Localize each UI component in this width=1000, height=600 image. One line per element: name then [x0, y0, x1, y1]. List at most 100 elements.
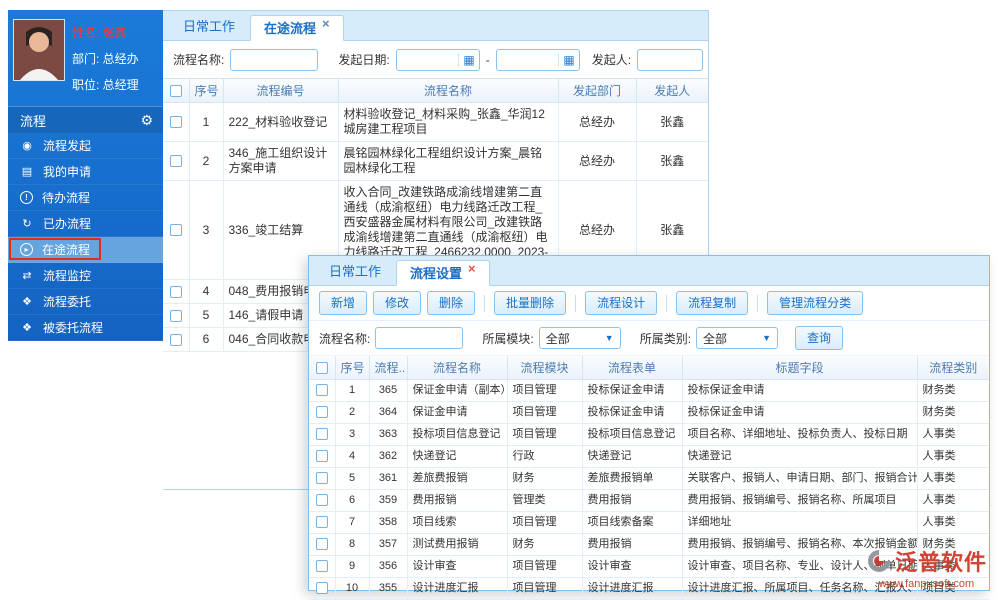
row-checkbox-cell [163, 180, 190, 280]
row-checkbox[interactable] [315, 428, 328, 441]
cell: 投标项目信息登记 [406, 423, 508, 446]
sidebar-item-flow-monitor-label: 流程监控 [43, 269, 92, 283]
row-checkbox[interactable] [315, 384, 328, 397]
row-checkbox[interactable] [315, 472, 328, 485]
table-row[interactable]: 1 222_材料验收登记 材料验收登记_材料采购_张鑫_华润12城房建工程项目 总经办… [163, 102, 708, 142]
sidebar-item-flow-monitor[interactable]: ⇄ 流程监控 [8, 263, 163, 289]
row-checkbox[interactable] [315, 406, 328, 419]
column-header: 序号 [334, 356, 370, 380]
cell: 财务 [506, 467, 583, 490]
category-label: 所属类别: [639, 331, 692, 346]
cell: 费用报销 [581, 489, 683, 512]
table-row[interactable]: 2 364 保证金申请 项目管理 投标保证金申请 投标保证金申请 财务类 [309, 401, 989, 424]
batch-delete-button[interactable]: 批量删除 [494, 291, 567, 315]
select-all-checkbox[interactable] [169, 85, 182, 98]
table-row[interactable]: 7 358 项目线索 项目管理 项目线索备案 详细地址 人事类 [309, 511, 989, 534]
row-checkbox[interactable] [169, 155, 182, 168]
sidebar-item-transit-flows[interactable]: ▸ 在途流程 [8, 237, 163, 263]
sidebar-item-delegated-flows-label: 被委托流程 [43, 321, 104, 335]
row-checkbox[interactable] [169, 285, 182, 298]
column-header: 流程名称 [406, 356, 508, 380]
sidebar-item-todo-flows[interactable]: ! 待办流程 [8, 185, 163, 211]
sidebar-item-done-flows[interactable]: ↻ 已办流程 [8, 211, 163, 237]
sidebar-menu: ◉ 流程发起 ▤ 我的申请! 待办流程 ↻ 已办流程 ▸ 在途流程 ⇄ 流程监控 ❖ 流程委托 ❖ 被委托流… [8, 133, 163, 341]
date-end-field[interactable]: ▦ [495, 48, 580, 71]
add-button[interactable]: 新增 [319, 291, 368, 315]
cell: 363 [368, 423, 408, 446]
cell: 人事类 [916, 511, 989, 534]
table-row[interactable]: 6 359 费用报销 管理类 费用报销 费用报销、报销编号、报销名称、所属项目 人事类 [309, 489, 989, 512]
column-header: 流程.. [368, 356, 408, 380]
cell: 项目管理 [506, 555, 583, 578]
cell: 财务类 [916, 401, 989, 424]
row-checkbox-cell [309, 423, 336, 446]
tab-flow-settings[interactable]: 流程设置 × [396, 260, 490, 286]
cell: 5 [188, 303, 224, 328]
gear-icon[interactable]: ⚙ [140, 112, 153, 129]
date-end-input[interactable] [496, 50, 559, 69]
cell: 6 [188, 327, 224, 352]
cell: 行政 [506, 445, 583, 468]
cell: 设计进度汇报 [581, 577, 683, 600]
cell: 费用报销 [581, 533, 683, 556]
initiator-input[interactable] [637, 48, 704, 71]
row-checkbox[interactable] [315, 494, 328, 507]
cell: 人事类 [916, 445, 989, 468]
cell: 费用报销、报销编号、报销名称、所属项目 [681, 489, 918, 512]
flow-name-input[interactable] [230, 48, 319, 71]
cell: 358 [368, 511, 408, 534]
module-select[interactable]: 全部 ▼ [538, 327, 621, 349]
sidebar-item-flow-delegate[interactable]: ❖ 流程委托 [8, 289, 163, 315]
row-checkbox[interactable] [169, 224, 182, 237]
flow-name-input[interactable] [375, 327, 464, 349]
table-row[interactable]: 3 363 投标项目信息登记 项目管理 投标项目信息登记 项目名称、详细地址、投标负责人、… [309, 423, 989, 446]
tab-daily-work-2[interactable]: 日常工作 [316, 259, 394, 285]
close-icon[interactable]: × [322, 16, 330, 31]
org-icon: ❖ [22, 322, 32, 334]
cell: 361 [368, 467, 408, 490]
table-row[interactable]: 2 346_施工组织设计方案申请 晨铭园林绿化工程组织设计方案_晨铭园林绿化工程 总经… [163, 141, 708, 181]
search-button[interactable]: 查询 [795, 326, 844, 350]
calendar-icon[interactable]: ▦ [458, 52, 478, 67]
date-start-field[interactable]: ▦ [395, 48, 480, 71]
delete-button[interactable]: 删除 [427, 291, 476, 315]
sidebar-item-flow-initiate-label: 流程发起 [43, 139, 92, 153]
cell: 222_材料验收登记 [222, 102, 339, 142]
row-checkbox[interactable] [315, 516, 328, 529]
manage-flow-category-button[interactable]: 管理流程分类 [767, 291, 864, 315]
win2-toolbar: 新增 修改 删除 批量删除 流程设计 流程复制 管理流程分类 [309, 286, 989, 321]
row-checkbox[interactable] [169, 333, 182, 346]
row-checkbox[interactable] [315, 560, 328, 573]
date-start-input[interactable] [396, 50, 459, 69]
cell: 项目线索 [406, 511, 508, 534]
sidebar-item-delegated-flows[interactable]: ❖ 被委托流程 [8, 315, 163, 341]
flow-design-button[interactable]: 流程设计 [585, 291, 658, 315]
close-icon[interactable]: × [468, 261, 476, 276]
cell: 1 [334, 379, 370, 402]
alert-icon: ! [20, 191, 33, 204]
row-checkbox[interactable] [169, 116, 182, 129]
fanpu-logo-icon [868, 550, 890, 572]
table-row[interactable]: 4 362 快递登记 行政 快递登记 快递登记 人事类 [309, 445, 989, 468]
flow-copy-button[interactable]: 流程复制 [676, 291, 749, 315]
table-row[interactable]: 5 361 差旅费报销 财务 差旅费报销单 关联客户、报销人、申请日期、部门、报销合计 人事… [309, 467, 989, 490]
sidebar-item-flow-initiate[interactable]: ◉ 流程发起 [8, 133, 163, 159]
win1-tabbar: 日常工作 在途流程 × [163, 11, 708, 41]
row-checkbox[interactable] [315, 582, 328, 595]
table-row[interactable]: 1 365 保证金申请（副本） 项目管理 投标保证金申请 投标保证金申请 财务类 [309, 379, 989, 402]
row-checkbox-cell [163, 279, 190, 304]
tab-daily-work[interactable]: 日常工作 [170, 14, 248, 40]
row-checkbox[interactable] [315, 538, 328, 551]
cell: 365 [368, 379, 408, 402]
select-all-checkbox[interactable] [315, 362, 328, 375]
sidebar-item-my-applications[interactable]: ▤ 我的申请 [8, 159, 163, 185]
cell: 投标项目信息登记 [581, 423, 683, 446]
row-checkbox[interactable] [169, 309, 182, 322]
category-select[interactable]: 全部 ▼ [696, 327, 779, 349]
row-checkbox[interactable] [315, 450, 328, 463]
cell: 张鑫 [635, 102, 708, 142]
cell: 关联客户、报销人、申请日期、部门、报销合计 [681, 467, 918, 490]
edit-button[interactable]: 修改 [373, 291, 422, 315]
calendar-icon[interactable]: ▦ [558, 52, 578, 67]
tab-transit-flows[interactable]: 在途流程 × [250, 15, 344, 41]
